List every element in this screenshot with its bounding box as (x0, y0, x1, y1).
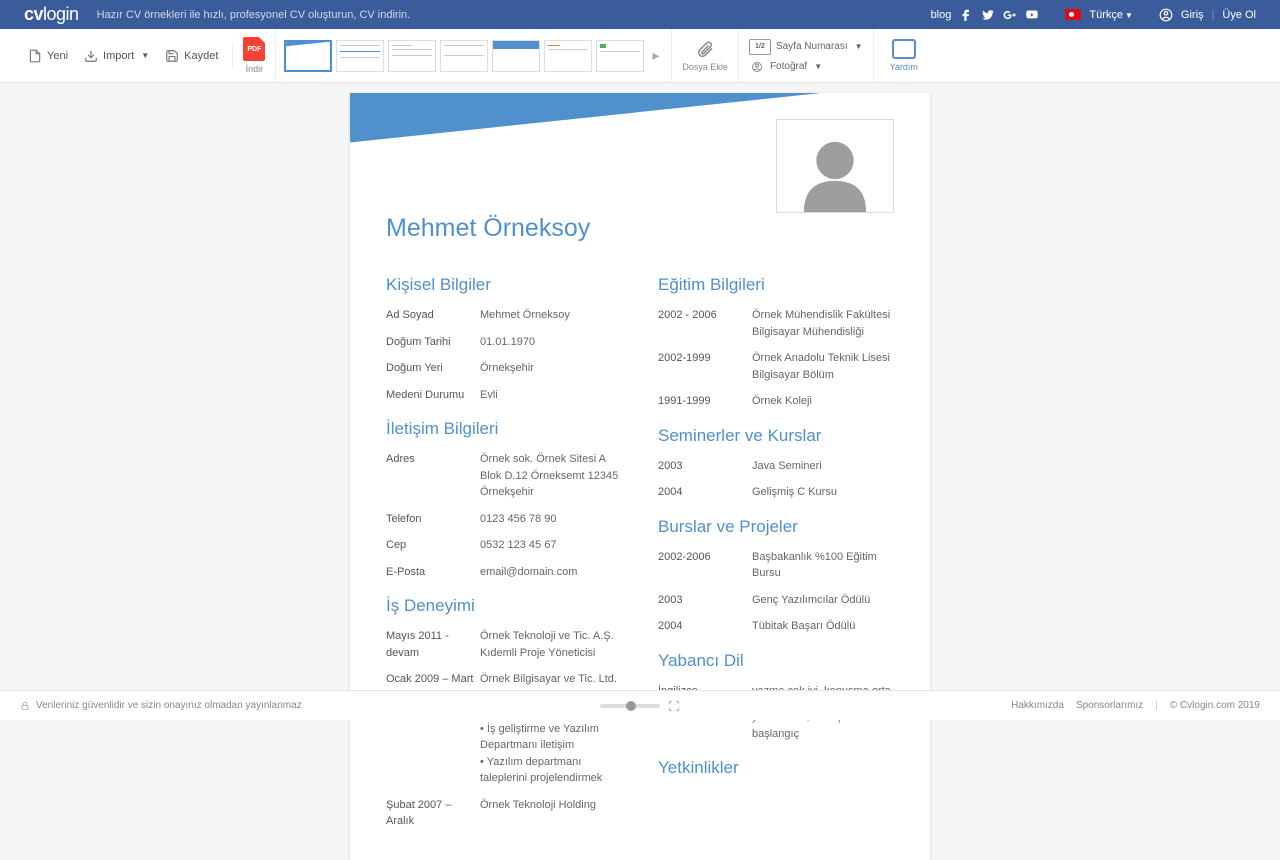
tagline: Hazır CV örnekleri ile hızlı, profesyone… (97, 9, 411, 21)
section-personal[interactable]: Kişisel Bilgiler (386, 275, 622, 295)
save-button[interactable]: Kaydet (157, 43, 233, 69)
row-edu-1: 2002 - 2006Örnek Mühendislik Fakültesi B… (658, 307, 894, 340)
row-adsoyad: Ad SoyadMehmet Örneksoy (386, 307, 622, 324)
thumbs-next[interactable]: ▸ (648, 47, 663, 64)
template-5[interactable] (492, 40, 540, 72)
section-skills[interactable]: Yetkinlikler (658, 758, 894, 778)
left-column: Kişisel Bilgiler Ad SoyadMehmet Örneksoy… (386, 275, 622, 840)
attach-button[interactable]: Dosya Ekle (671, 29, 739, 83)
sponsors-link[interactable]: Sponsorlarımız (1076, 700, 1143, 711)
fullscreen-icon[interactable] (668, 700, 680, 712)
section-awards[interactable]: Burslar ve Projeler (658, 517, 894, 537)
photo-option[interactable]: Fotoğraf▼ (749, 61, 863, 73)
new-button[interactable]: Yeni (20, 43, 76, 69)
row-burs-2: 2003Genç Yazılımcılar Ödülü (658, 592, 894, 609)
row-burs-1: 2002-2006Başbakanlık %100 Eğitim Bursu (658, 549, 894, 582)
section-edu[interactable]: Eğitim Bilgileri (658, 275, 894, 295)
template-3[interactable] (388, 40, 436, 72)
zoom-slider[interactable] (600, 704, 660, 708)
row-work-3: Şubat 2007 – AralıkÖrnek Teknoloji Holdi… (386, 797, 622, 830)
login-link[interactable]: Giriş (1181, 9, 1204, 21)
signup-link[interactable]: Üye Ol (1222, 9, 1256, 21)
cv-page[interactable]: Mehmet Örneksoy Kişisel Bilgiler Ad Soya… (350, 93, 930, 860)
toolbar: Yeni Import▼ Kaydet PDFİndir ▸ Dosya Ekl… (0, 29, 1280, 83)
youtube-icon[interactable] (1025, 8, 1039, 22)
blog-link[interactable]: blog (931, 9, 952, 21)
row-eposta: E-Postaemail@domain.com (386, 564, 622, 581)
about-link[interactable]: Hakkımızda (1011, 700, 1064, 711)
top-bar: cvlogin Hazır CV örnekleri ile hızlı, pr… (0, 0, 1280, 29)
template-1[interactable] (284, 40, 332, 72)
template-thumbs: ▸ (276, 40, 671, 72)
row-dogum-tarihi: Doğum Tarihi01.01.1970 (386, 334, 622, 351)
privacy-text: Verileriniz güvenlidir ve sizin onayınız… (36, 700, 302, 711)
template-7[interactable] (596, 40, 644, 72)
row-sem-2: 2004Gelişmiş C Kursu (658, 484, 894, 501)
page-number-option[interactable]: 1/2Sayfa Numarası▼ (749, 39, 863, 55)
row-work-2: Ocak 2009 – Mart 2011Örnek Bilgisayar ve… (386, 671, 622, 787)
footer: Verileriniz güvenlidir ve sizin onayınız… (0, 690, 1280, 720)
row-edu-3: 1991-1999Örnek Koleji (658, 393, 894, 410)
download-button[interactable]: PDFİndir (233, 29, 276, 83)
avatar-placeholder-icon (790, 132, 880, 212)
row-dogum-yeri: Doğum YeriÖrnekşehir (386, 360, 622, 377)
import-button[interactable]: Import▼ (76, 43, 157, 69)
copyright: © Cvlogin.com 2019 (1170, 700, 1260, 711)
user-icon (1159, 8, 1173, 22)
section-seminars[interactable]: Seminerler ve Kurslar (658, 426, 894, 446)
page-options: 1/2Sayfa Numarası▼ Fotoğraf▼ (739, 29, 874, 83)
top-right: blog Türkçe▼ Giriş | Üye Ol (931, 8, 1256, 22)
section-contact[interactable]: İletişim Bilgileri (386, 419, 622, 439)
language-select[interactable]: Türkçe▼ (1089, 9, 1133, 21)
right-column: Eğitim Bilgileri 2002 - 2006Örnek Mühend… (658, 275, 894, 840)
profile-photo[interactable] (776, 119, 894, 213)
lock-icon (20, 700, 30, 712)
logo[interactable]: cvlogin (24, 4, 79, 25)
canvas: Mehmet Örneksoy Kişisel Bilgiler Ad Soya… (0, 83, 1280, 860)
help-button[interactable]: Yardım (880, 29, 928, 83)
row-sem-1: 2003Java Semineri (658, 458, 894, 475)
row-burs-3: 2004Tübitak Başarı Ödülü (658, 618, 894, 635)
template-4[interactable] (440, 40, 488, 72)
row-work-1: Mayıs 2011 - devamÖrnek Teknoloji ve Tic… (386, 628, 622, 661)
google-plus-icon[interactable] (1003, 8, 1017, 22)
row-adres: AdresÖrnek sok. Örnek Sitesi A Blok D.12… (386, 451, 622, 501)
row-telefon: Telefon0123 456 78 90 (386, 511, 622, 528)
twitter-icon[interactable] (981, 8, 995, 22)
facebook-icon[interactable] (959, 8, 973, 22)
section-lang[interactable]: Yabancı Dil (658, 651, 894, 671)
template-2[interactable] (336, 40, 384, 72)
flag-icon (1065, 9, 1081, 20)
row-cep: Cep0532 123 45 67 (386, 537, 622, 554)
row-medeni: Medeni DurumuEvli (386, 387, 622, 404)
section-work[interactable]: İş Deneyimi (386, 596, 622, 616)
template-6[interactable] (544, 40, 592, 72)
row-edu-2: 2002-1999Örnek Anadolu Teknik Lisesi Bil… (658, 350, 894, 383)
cv-name[interactable]: Mehmet Örneksoy (386, 214, 894, 243)
